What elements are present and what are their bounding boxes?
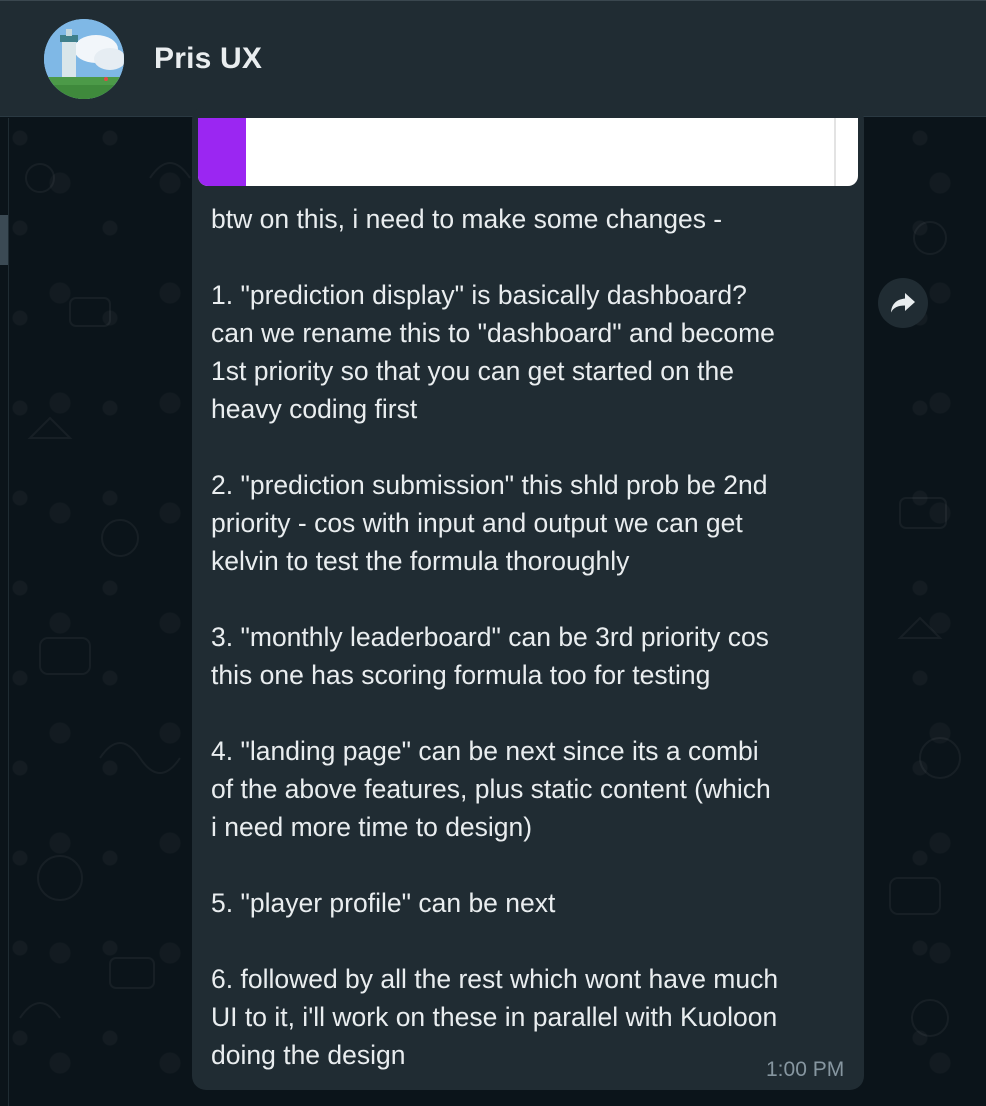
pane-divider	[8, 118, 9, 1106]
message-line: can we rename this to "dashboard" and be…	[211, 318, 775, 348]
message-line: 6. followed by all the rest which wont h…	[211, 964, 779, 994]
message-line: 2. "prediction submission" this shld pro…	[211, 470, 768, 500]
message-line	[211, 694, 851, 732]
chat-window: Pris UX btw on this, i need to make some…	[0, 0, 986, 1106]
message-line	[211, 238, 851, 276]
message-line: priority - cos with input and output we …	[211, 508, 743, 538]
message-line: this one has scoring formula too for tes…	[211, 660, 711, 690]
message-timestamp: 1:00 PM	[766, 1058, 845, 1081]
message-line	[211, 428, 851, 466]
scrollbar-thumb[interactable]	[0, 215, 8, 265]
message-line: of the above features, plus static conte…	[211, 774, 771, 804]
forward-arrow-icon	[891, 293, 915, 313]
message-line: 3. "monthly leaderboard" can be 3rd prio…	[211, 622, 769, 652]
contact-avatar[interactable]	[44, 19, 124, 99]
link-preview-image[interactable]	[198, 118, 858, 186]
message-line	[211, 580, 851, 618]
message-line: i need more time to design)	[211, 812, 533, 842]
message-line	[211, 846, 851, 884]
message-line: kelvin to test the formula thoroughly	[211, 546, 630, 576]
contact-name[interactable]: Pris UX	[154, 42, 262, 76]
message-line: UI to it, i'll work on these in parallel…	[211, 1002, 778, 1032]
preview-divider	[834, 118, 836, 186]
chat-header: Pris UX	[0, 0, 986, 117]
message-line: heavy coding first	[211, 394, 418, 424]
message-line	[211, 922, 851, 960]
landscape-lighthouse-avatar-icon	[44, 19, 124, 99]
message-text: btw on this, i need to make some changes…	[211, 200, 851, 1074]
message-line: 1st priority so that you can get started…	[211, 356, 734, 386]
forward-button[interactable]	[878, 278, 928, 328]
message-line: 5. "player profile" can be next	[211, 888, 556, 918]
message-line: 4. "landing page" can be next since its …	[211, 736, 759, 766]
message-line: btw on this, i need to make some changes…	[211, 204, 723, 234]
message-line: doing the design	[211, 1040, 406, 1070]
preview-accent-bar	[198, 118, 246, 186]
message-line: 1. "prediction display" is basically das…	[211, 280, 747, 310]
